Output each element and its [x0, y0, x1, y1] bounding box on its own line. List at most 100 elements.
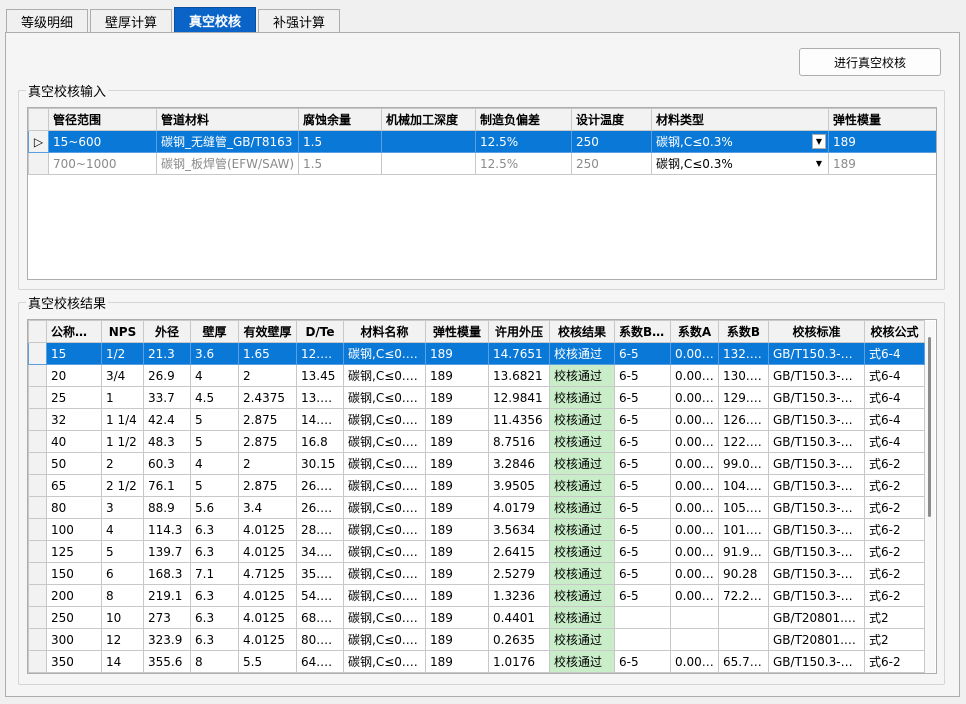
- cell[interactable]: 5: [101, 540, 144, 563]
- tab-wall-thickness[interactable]: 壁厚计算: [90, 9, 173, 33]
- cell[interactable]: 4.7125: [238, 562, 297, 585]
- col-header[interactable]: 系数A: [670, 320, 719, 343]
- row-header[interactable]: [28, 452, 47, 475]
- cell[interactable]: 0.2635: [488, 628, 550, 651]
- cell[interactable]: GB/T150.3-2024: [768, 562, 865, 585]
- cell[interactable]: 1 1/2: [101, 430, 144, 453]
- cell[interactable]: 3: [101, 496, 144, 519]
- result-row-selected[interactable]: 151/221.33.61.6512.9091碳钢,C≤0.3%18914.76…: [28, 342, 925, 365]
- input-row-selected[interactable]: ▷ 15~600 碳钢_无缝管_GB/T8163 1.5 12.5% 250 碳…: [28, 130, 936, 153]
- cell[interactable]: 189: [425, 518, 489, 541]
- cell[interactable]: 6-5: [614, 518, 671, 541]
- cell[interactable]: GB/T150.3-2024: [768, 518, 865, 541]
- input-row[interactable]: 700~1000 碳钢_板焊管(EFW/SAW) 1.5 12.5% 250 碳…: [28, 152, 936, 175]
- cell[interactable]: 99.031: [718, 452, 769, 475]
- col-header[interactable]: 制造负偏差: [475, 108, 572, 131]
- material-type-combo[interactable]: 碳钢,C≤0.3% ▼: [651, 152, 829, 175]
- cell[interactable]: 700~1000: [48, 152, 157, 175]
- cell[interactable]: 式6-2: [864, 452, 925, 475]
- chevron-down-icon[interactable]: ▼: [812, 134, 826, 149]
- cell[interactable]: 碳钢_板焊管(EFW/SAW): [156, 152, 299, 175]
- cell[interactable]: 88.9: [143, 496, 191, 519]
- cell[interactable]: GB/T150.3-2024: [768, 408, 865, 431]
- check-result-cell[interactable]: 校核通过: [549, 430, 615, 453]
- cell[interactable]: 式6-4: [864, 364, 925, 387]
- cell[interactable]: 126.97: [718, 408, 769, 431]
- cell[interactable]: 25: [46, 386, 102, 409]
- cell[interactable]: 11.4356: [488, 408, 550, 431]
- cell[interactable]: 1/2: [101, 342, 144, 365]
- cell[interactable]: 0.0069: [670, 342, 719, 365]
- chevron-down-icon[interactable]: ▼: [812, 156, 826, 171]
- col-header[interactable]: D/Te: [296, 320, 344, 343]
- cell[interactable]: 4: [190, 452, 239, 475]
- cell[interactable]: 250: [571, 152, 652, 175]
- cell[interactable]: 6-5: [614, 386, 671, 409]
- cell[interactable]: 式6-2: [864, 540, 925, 563]
- cell[interactable]: 0.00398: [670, 430, 719, 453]
- cell[interactable]: 碳钢,C≤0.3%: [343, 474, 426, 497]
- check-result-cell[interactable]: 校核通过: [549, 606, 615, 629]
- check-result-cell[interactable]: 校核通过: [549, 496, 615, 519]
- cell[interactable]: 12.5%: [475, 130, 572, 153]
- cell[interactable]: 4: [190, 364, 239, 387]
- check-result-cell[interactable]: 校核通过: [549, 364, 615, 387]
- cell[interactable]: 碳钢,C≤0.3%: [343, 518, 426, 541]
- cell[interactable]: 76.1: [143, 474, 191, 497]
- cell[interactable]: 12.5%: [475, 152, 572, 175]
- cell[interactable]: 105.057: [718, 496, 769, 519]
- cell[interactable]: 6-5: [614, 496, 671, 519]
- cell[interactable]: 189: [425, 562, 489, 585]
- cell[interactable]: 189: [425, 540, 489, 563]
- cell[interactable]: 250: [46, 606, 102, 629]
- col-header[interactable]: 材料类型: [651, 108, 829, 131]
- cell[interactable]: 3.4: [238, 496, 297, 519]
- cell[interactable]: 3.2846: [488, 452, 550, 475]
- cell[interactable]: [718, 606, 769, 629]
- col-header[interactable]: NPS: [101, 320, 144, 343]
- cell[interactable]: 2.875: [238, 408, 297, 431]
- cell[interactable]: 2: [238, 364, 297, 387]
- cell[interactable]: 6-5: [614, 430, 671, 453]
- cell[interactable]: 26.4696: [296, 474, 344, 497]
- cell[interactable]: 65: [46, 474, 102, 497]
- row-header[interactable]: [28, 474, 47, 497]
- cell[interactable]: 1.3236: [488, 584, 550, 607]
- cell[interactable]: 6-5: [614, 650, 671, 673]
- cell[interactable]: 碳钢,C≤0.3%: [343, 496, 426, 519]
- cell[interactable]: 26.9: [143, 364, 191, 387]
- cell[interactable]: 2 1/2: [101, 474, 144, 497]
- cell[interactable]: 3.9505: [488, 474, 550, 497]
- cell[interactable]: 125: [46, 540, 102, 563]
- result-row[interactable]: 2008219.16.34.012554.6044碳钢,C≤0.3%1891.3…: [28, 584, 925, 607]
- cell[interactable]: 0.00121: [670, 452, 719, 475]
- cell[interactable]: 35.7135: [296, 562, 344, 585]
- row-pointer-icon[interactable]: ▷: [28, 130, 49, 153]
- row-header[interactable]: [28, 584, 47, 607]
- run-vacuum-check-button[interactable]: 进行真空校核: [799, 48, 941, 76]
- cell[interactable]: 碳钢,C≤0.3%: [343, 342, 426, 365]
- col-header[interactable]: 校核公式: [864, 320, 925, 343]
- row-header[interactable]: [28, 628, 47, 651]
- cell[interactable]: 式6-2: [864, 650, 925, 673]
- row-header[interactable]: [28, 606, 47, 629]
- cell[interactable]: 150: [46, 562, 102, 585]
- cell[interactable]: 碳钢,C≤0.3%: [343, 430, 426, 453]
- row-header[interactable]: [28, 386, 47, 409]
- cell[interactable]: GB/T150.3-2024: [768, 540, 865, 563]
- cell[interactable]: 10: [101, 606, 144, 629]
- cell[interactable]: 2: [238, 452, 297, 475]
- cell[interactable]: 0.00162: [670, 496, 719, 519]
- cell[interactable]: 2.6415: [488, 540, 550, 563]
- col-header[interactable]: 管径范围: [48, 108, 157, 131]
- col-header[interactable]: 管道材料: [156, 108, 299, 131]
- col-header[interactable]: 弹性模量: [828, 108, 936, 131]
- cell[interactable]: 189: [828, 152, 936, 175]
- cell[interactable]: 14.7651: [488, 342, 550, 365]
- result-row[interactable]: 100 4 114.3 6.3 4.0125 28.486 碳钢,C≤0.3% 189 3.56…: [28, 518, 925, 541]
- cell[interactable]: 273: [143, 606, 191, 629]
- cell[interactable]: 4.0125: [238, 518, 297, 541]
- cell[interactable]: 4.0125: [238, 540, 297, 563]
- cell[interactable]: 189: [425, 496, 489, 519]
- cell[interactable]: 189: [425, 408, 489, 431]
